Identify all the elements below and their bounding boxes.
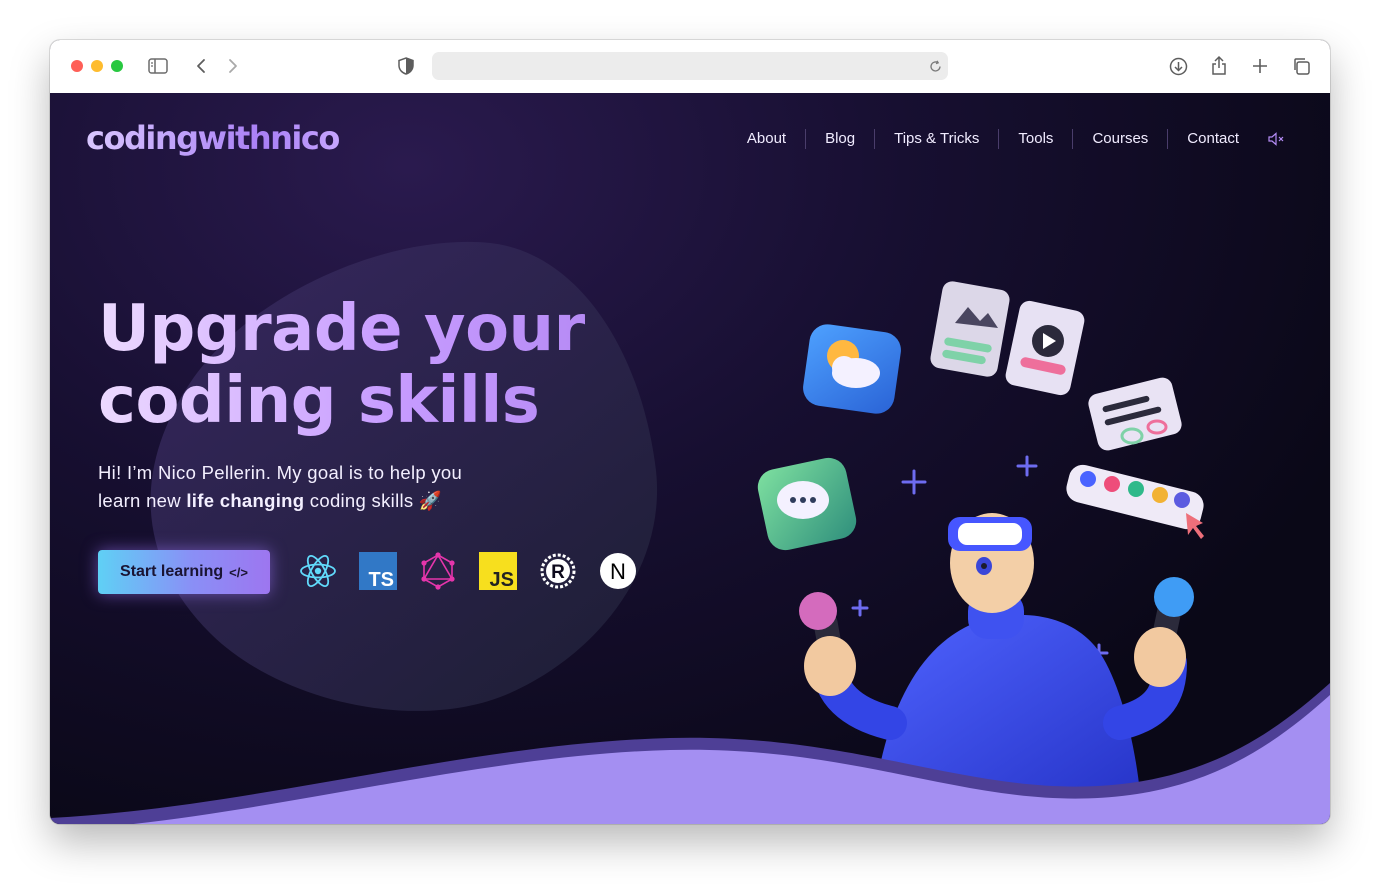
- svg-text:N: N: [610, 559, 626, 584]
- nav-about[interactable]: About: [728, 129, 807, 149]
- weather-app-icon: [803, 324, 901, 414]
- code-icon: </>: [229, 564, 248, 580]
- typescript-icon: TS: [358, 551, 398, 591]
- close-window-button[interactable]: [71, 60, 83, 72]
- browser-toolbar: [50, 40, 1330, 94]
- nextjs-icon: N: [598, 551, 638, 591]
- site-logo[interactable]: codingwithnico: [86, 119, 340, 157]
- headline-line-2: coding skills: [98, 364, 540, 438]
- svg-text:JS: JS: [490, 569, 514, 590]
- main-nav: About Blog Tips & Tricks Tools Courses C…: [728, 129, 1286, 149]
- code-card-icon: [1088, 377, 1182, 451]
- graphql-icon: [418, 551, 458, 591]
- chat-app-icon: [757, 457, 857, 551]
- right-controller-orb: [1154, 577, 1194, 617]
- download-icon[interactable]: [1168, 55, 1188, 77]
- browser-window: codingwithnico About Blog Tips & Tricks …: [50, 40, 1330, 824]
- headline-line-1: Upgrade your: [98, 292, 585, 366]
- bottom-wave: [50, 683, 1330, 824]
- back-icon[interactable]: [192, 56, 210, 76]
- cta-label: Start learning: [120, 563, 224, 580]
- hero-page: codingwithnico About Blog Tips & Tricks …: [50, 93, 1330, 824]
- left-controller-orb: [799, 592, 837, 630]
- zoom-window-button[interactable]: [111, 60, 123, 72]
- svg-text:TS: TS: [368, 569, 394, 590]
- tabs-overview-icon[interactable]: [1291, 56, 1311, 76]
- minimize-window-button[interactable]: [91, 60, 103, 72]
- share-icon[interactable]: [1209, 54, 1229, 76]
- speaker-muted-icon[interactable]: [1268, 130, 1286, 148]
- new-tab-icon[interactable]: [1250, 56, 1270, 76]
- image-card-icon: [930, 281, 1010, 377]
- nav-blog[interactable]: Blog: [806, 129, 876, 149]
- nav-tips-tricks[interactable]: Tips & Tricks: [875, 129, 1000, 149]
- hero-headline: Upgrade your coding skills: [98, 293, 585, 437]
- nav-courses[interactable]: Courses: [1073, 129, 1169, 149]
- nav-tools[interactable]: Tools: [999, 129, 1074, 149]
- svg-text:R: R: [551, 562, 565, 583]
- sidebar-icon[interactable]: [148, 57, 168, 75]
- video-card-icon: [1005, 300, 1085, 396]
- intro-text-end: coding skills: [304, 490, 414, 511]
- intro-line-2: learn new life changing coding skills 🚀: [98, 487, 462, 515]
- color-palette-icon: [1066, 464, 1204, 539]
- rocket-icon: 🚀: [418, 490, 443, 511]
- start-learning-button[interactable]: Start learning </>: [98, 550, 270, 594]
- react-icon: [298, 551, 338, 591]
- shield-icon[interactable]: [397, 56, 415, 76]
- intro-text: learn new: [98, 490, 187, 511]
- hero-intro: Hi! I’m Nico Pellerin. My goal is to hel…: [98, 459, 462, 515]
- intro-highlight: life changing: [186, 490, 305, 511]
- javascript-icon: JS: [478, 551, 518, 591]
- intro-line-1: Hi! I’m Nico Pellerin. My goal is to hel…: [98, 462, 463, 483]
- nav-contact[interactable]: Contact: [1168, 129, 1258, 149]
- rust-icon: R: [538, 551, 578, 591]
- address-bar[interactable]: [432, 52, 948, 80]
- reload-icon[interactable]: [928, 59, 942, 73]
- forward-icon[interactable]: [224, 56, 242, 76]
